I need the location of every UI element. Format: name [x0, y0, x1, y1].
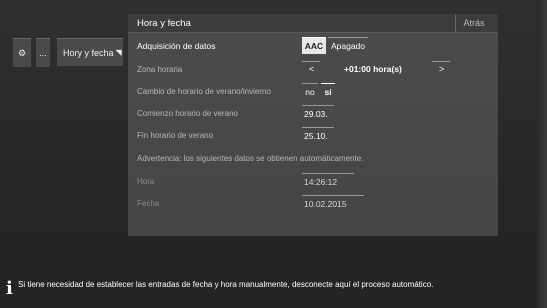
- dst-change-label: Cambio de horario de verano/invierno: [137, 87, 271, 96]
- panel-header: Hora y fecha Atrás: [128, 14, 498, 33]
- time-date-panel: Hora y fecha Atrás Adquisición de datos …: [128, 14, 498, 236]
- time-row: Hora 14:26:12: [128, 171, 498, 193]
- data-acquisition-row: Adquisición de datos AAC Apagado: [128, 35, 498, 57]
- timezone-value: +01:00 hora(s): [344, 64, 402, 74]
- breadcrumb-label: Hory y fecha: [63, 47, 114, 58]
- dst-end-label: Fin horario de verano: [137, 131, 214, 140]
- timezone-row: Zona horaria < +01:00 hora(s) >: [128, 59, 498, 81]
- date-row: Fecha 10.02.2015: [128, 193, 498, 215]
- right-edge-shadow: [537, 0, 547, 308]
- time-value: 14:26:12: [302, 173, 354, 190]
- dst-si-option[interactable]: sí: [321, 83, 335, 100]
- dst-start-label: Comienzo horario de verano: [137, 109, 238, 118]
- breadcrumb-hory-y-fecha[interactable]: Hory y fecha ◥: [57, 38, 123, 66]
- back-button[interactable]: Atrás: [455, 14, 492, 32]
- dst-start-row: Comienzo horario de verano 29.03.: [128, 103, 498, 125]
- more-label: ...: [39, 48, 47, 58]
- corner-arrow-icon: ◥: [115, 48, 122, 57]
- timezone-prev-button[interactable]: <: [309, 64, 314, 74]
- timezone-prev-overline: [302, 61, 320, 62]
- dst-start-value[interactable]: 29.03.: [302, 105, 334, 122]
- time-label: Hora: [137, 177, 155, 186]
- settings-list: Adquisición de datos AAC Apagado Zona ho…: [128, 33, 498, 236]
- date-value: 10.02.2015: [302, 195, 364, 212]
- settings-gear-button[interactable]: ⚙: [13, 38, 31, 67]
- info-icon: i: [6, 278, 13, 299]
- data-acquisition-label: Adquisición de datos: [137, 41, 216, 51]
- dst-end-row: Fin horario de verano 25.10.: [128, 125, 498, 147]
- gear-icon: ⚙: [17, 47, 27, 58]
- more-button[interactable]: ...: [36, 38, 50, 67]
- dst-no-option[interactable]: no: [302, 83, 318, 100]
- panel-title: Hora y fecha: [137, 18, 191, 29]
- auto-data-warning: Advertencia: los siguientes datos se obt…: [137, 154, 364, 163]
- apagado-option[interactable]: Apagado: [328, 37, 368, 54]
- aac-option[interactable]: AAC: [302, 37, 326, 54]
- help-bar: i Si tiene necesidad de establecer las e…: [0, 270, 547, 308]
- timezone-label: Zona horaria: [137, 65, 183, 74]
- dst-end-value[interactable]: 25.10.: [302, 127, 334, 144]
- dst-change-row: Cambio de horario de verano/invierno no …: [128, 81, 498, 103]
- tv-screen: ⚙ ... Hory y fecha ◥ Hora y fecha Atrás …: [0, 0, 547, 308]
- date-label: Fecha: [137, 199, 160, 208]
- timezone-next-button[interactable]: >: [439, 64, 444, 74]
- timezone-next-overline: [432, 61, 450, 62]
- help-text: Si tiene necesidad de establecer las ent…: [18, 280, 434, 289]
